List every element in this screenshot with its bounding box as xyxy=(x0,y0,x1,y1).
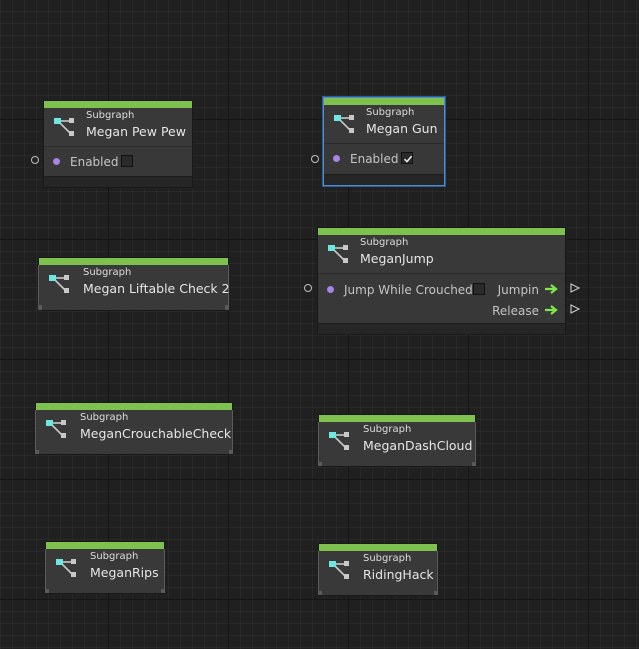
node-subtitle: Subgraph xyxy=(360,237,409,248)
node-subtitle: Subgraph xyxy=(363,553,412,564)
input-row-enabled: Enabled xyxy=(44,152,192,172)
output-row-release: Release xyxy=(318,301,565,321)
port-label: Jump While Crouched xyxy=(344,283,473,297)
node-footer xyxy=(324,174,444,185)
input-row-jump-while-crouched: Jump While Crouched Jumpin xyxy=(318,280,565,300)
checkmark-icon xyxy=(403,155,413,163)
node-title: Megan Gun xyxy=(366,121,438,136)
node-body: Enabled xyxy=(44,146,192,178)
node-title: Megan Liftable Check 2 xyxy=(83,281,230,296)
flow-arrow-icon xyxy=(545,284,558,294)
subgraph-icon xyxy=(54,118,74,136)
node-header[interactable]: Subgraph Megan Gun xyxy=(324,105,444,143)
node-header[interactable]: Subgraph RidingHack xyxy=(319,551,437,591)
node-header-bar xyxy=(46,542,164,549)
port-label: Enabled xyxy=(70,155,119,169)
node-footer xyxy=(44,176,192,187)
node-title: MeganDashCloud xyxy=(363,438,473,453)
node-title: Megan Pew Pew xyxy=(86,124,186,139)
output-port-jumpin[interactable] xyxy=(570,283,580,293)
enabled-checkbox[interactable] xyxy=(121,155,133,167)
subgraph-icon xyxy=(334,115,354,133)
subgraph-icon xyxy=(329,432,349,450)
subgraph-icon xyxy=(328,245,348,263)
node-header-bar xyxy=(44,101,192,108)
node-header[interactable]: Subgraph Megan Liftable Check 2 xyxy=(39,265,230,305)
node-title: MeganRips xyxy=(90,565,159,580)
input-port-enabled[interactable] xyxy=(31,156,39,164)
bool-port-dot xyxy=(327,286,334,293)
node-title: MeganJump xyxy=(360,251,434,266)
node-header[interactable]: Subgraph Megan Pew Pew xyxy=(44,108,192,146)
subgraph-icon xyxy=(329,561,349,579)
node-megan-liftable-check-2[interactable]: Subgraph Megan Liftable Check 2 xyxy=(38,257,230,311)
output-port-release[interactable] xyxy=(570,304,580,314)
port-label: Enabled xyxy=(350,152,399,166)
node-header[interactable]: Subgraph MeganJump xyxy=(318,235,565,273)
jump-while-crouched-checkbox[interactable] xyxy=(473,283,485,295)
node-subtitle: Subgraph xyxy=(363,424,412,435)
node-megan-rips[interactable]: Subgraph MeganRips xyxy=(45,541,165,594)
node-body: Jump While Crouched Jumpin Release xyxy=(318,273,565,325)
node-header[interactable]: Subgraph MeganRips xyxy=(46,549,164,589)
node-megan-pew-pew[interactable]: Subgraph Megan Pew Pew Enabled xyxy=(43,100,193,188)
bool-port-dot xyxy=(333,155,340,162)
node-header[interactable]: Subgraph MeganCrouchableCheck xyxy=(36,410,232,450)
bool-port-dot xyxy=(53,158,60,165)
input-port-jump-while-crouched[interactable] xyxy=(304,284,312,292)
node-header-bar xyxy=(319,544,437,551)
node-title: RidingHack xyxy=(363,567,434,582)
flow-arrow-icon xyxy=(545,305,558,315)
enabled-checkbox[interactable] xyxy=(401,152,413,164)
subgraph-icon xyxy=(46,420,66,438)
node-body: Enabled xyxy=(324,143,444,175)
input-port-enabled[interactable] xyxy=(311,155,319,163)
node-header[interactable]: Subgraph MeganDashCloud xyxy=(319,422,475,462)
subgraph-icon xyxy=(56,559,76,577)
node-subtitle: Subgraph xyxy=(90,551,139,562)
node-header-bar xyxy=(39,258,228,265)
output-label-jumpin: Jumpin xyxy=(497,283,539,297)
node-header-bar xyxy=(324,98,444,105)
node-subtitle: Subgraph xyxy=(80,412,129,423)
node-header-bar xyxy=(319,415,475,422)
node-megan-jump[interactable]: Subgraph MeganJump Jump While Crouched J… xyxy=(317,227,566,335)
node-megan-crouchable-check[interactable]: Subgraph MeganCrouchableCheck xyxy=(35,402,233,455)
node-header-bar xyxy=(318,228,565,235)
subgraph-icon xyxy=(49,275,69,293)
node-footer xyxy=(318,323,565,334)
output-label-release: Release xyxy=(492,304,539,318)
node-subtitle: Subgraph xyxy=(86,110,135,121)
node-header-bar xyxy=(36,403,232,410)
input-row-enabled: Enabled xyxy=(324,149,444,169)
node-riding-hack[interactable]: Subgraph RidingHack xyxy=(318,543,438,596)
node-title: MeganCrouchableCheck xyxy=(80,426,232,441)
node-megan-gun[interactable]: Subgraph Megan Gun Enabled xyxy=(323,97,445,186)
node-subtitle: Subgraph xyxy=(83,267,132,278)
node-subtitle: Subgraph xyxy=(366,107,415,118)
node-megan-dash-cloud[interactable]: Subgraph MeganDashCloud xyxy=(318,414,476,467)
